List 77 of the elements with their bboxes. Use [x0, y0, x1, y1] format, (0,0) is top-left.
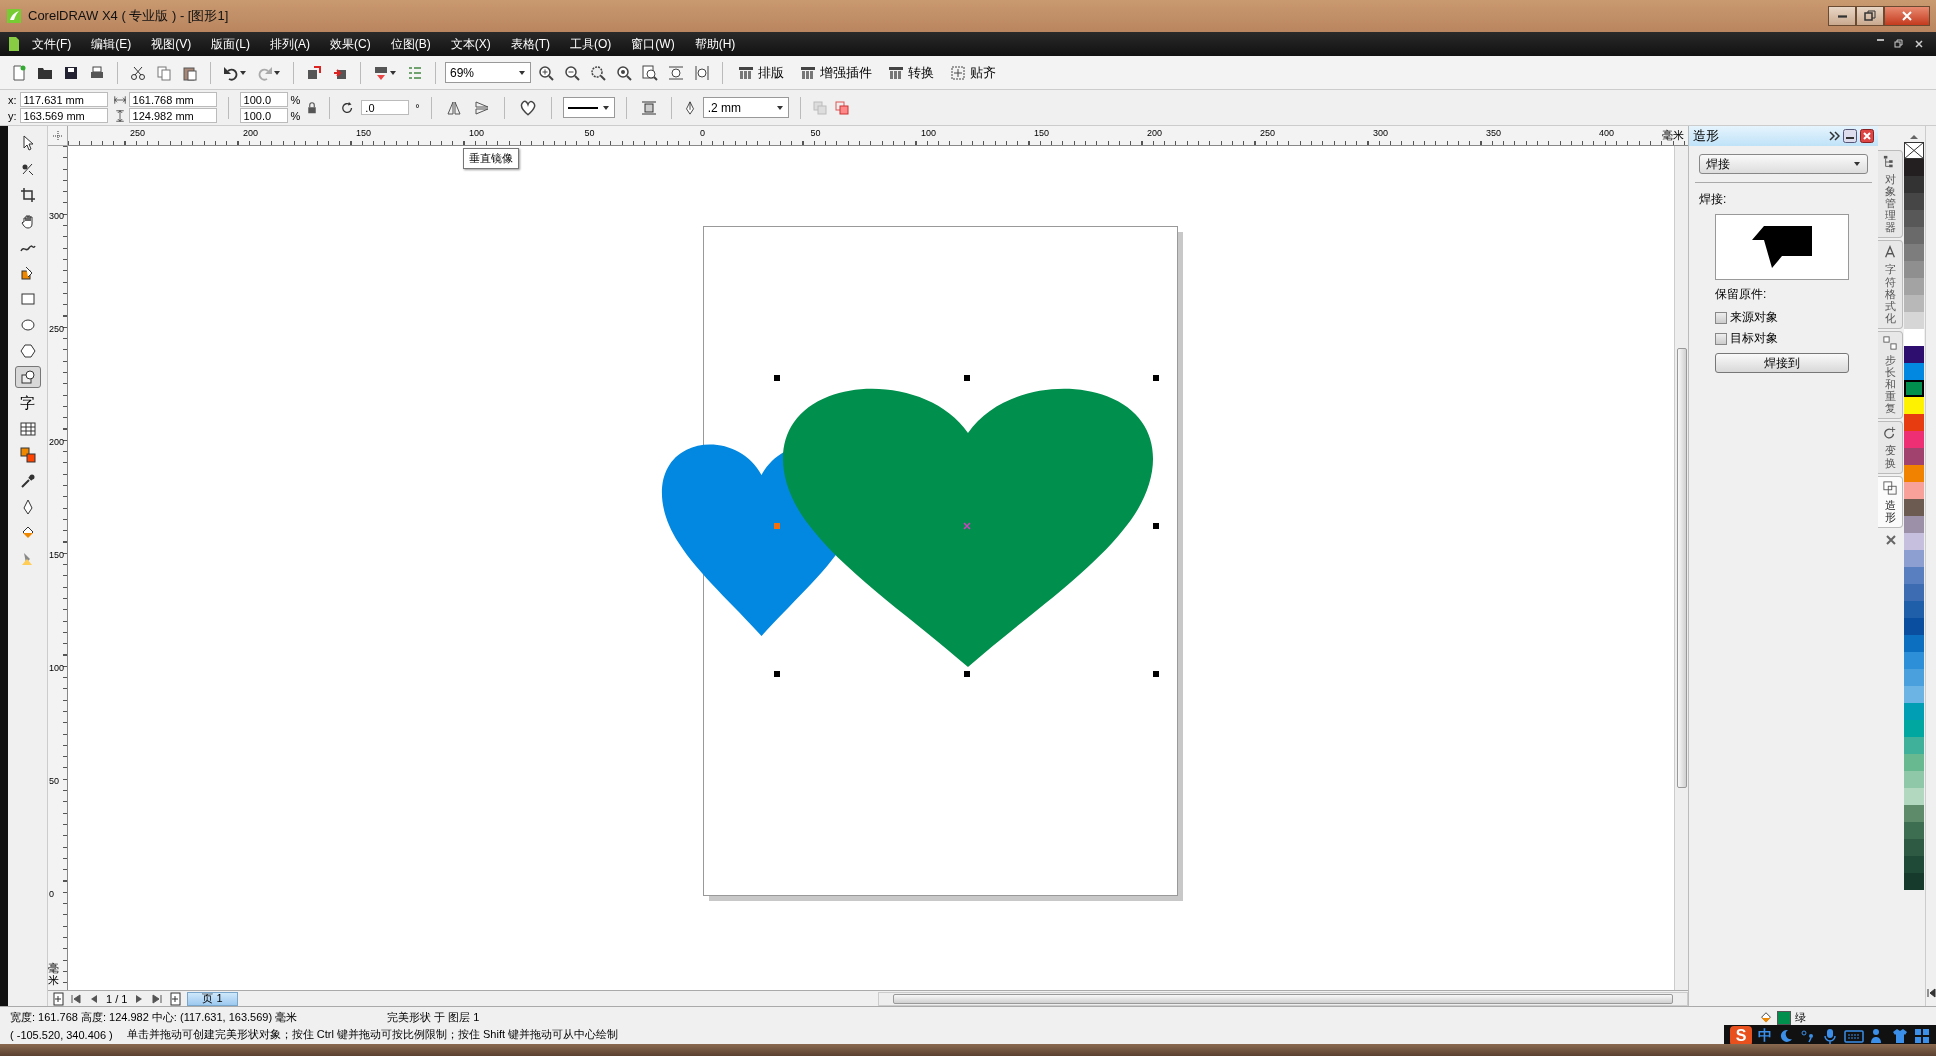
ruler-label: 200: [243, 128, 258, 138]
ruler-label: 50: [49, 776, 59, 786]
ruler-label: 250: [1260, 128, 1275, 138]
page-counter: 1 / 1: [106, 992, 128, 1005]
outline-width-dropdown[interactable]: .2 mm: [702, 97, 789, 118]
ime-mode[interactable]: 中: [1758, 1026, 1772, 1045]
docker-tab[interactable]: 变换: [1878, 421, 1903, 474]
tooltip: 垂直镜像: [463, 148, 519, 169]
mode-dropdown[interactable]: 焊接: [1699, 154, 1868, 174]
menu-item[interactable]: 编辑(E): [81, 35, 142, 53]
menu-item[interactable]: 窗口(W): [621, 35, 685, 53]
ruler-label: 100: [921, 128, 936, 138]
rotation-field[interactable]: .0: [361, 100, 410, 115]
ruler-unit: 毫米: [48, 961, 59, 986]
section-label: 焊接:: [1698, 191, 1728, 208]
menu-item[interactable]: 位图(B): [380, 35, 441, 53]
menu-item[interactable]: 文本(X): [440, 35, 501, 53]
docker-title: 造形: [1693, 127, 1719, 145]
height-field[interactable]: 124.982 mm: [128, 108, 217, 123]
checkbox-label: 来源对象: [1730, 309, 1778, 326]
ruler-label: 300: [49, 211, 65, 221]
ruler-label: 100: [469, 128, 484, 138]
cursor-coordinates: ( -105.520, 340.406 ): [10, 1028, 113, 1041]
ruler-label: 150: [1034, 128, 1049, 138]
window-title: CorelDRAW X4 ( 专业版 ) - [图形1]: [28, 7, 229, 25]
ruler-label: 150: [356, 128, 371, 138]
ruler-label: 100: [49, 663, 65, 673]
menu-item[interactable]: 帮助(H): [684, 35, 746, 53]
scale-field[interactable]: 100.0: [239, 108, 288, 123]
degree-sign: °: [415, 101, 420, 114]
toolbar-button[interactable]: 转换: [882, 61, 940, 84]
ruler-label: 150: [49, 550, 65, 560]
menu-item[interactable]: 视图(V): [141, 35, 202, 53]
text-tool[interactable]: 字: [14, 392, 41, 414]
width-field[interactable]: 161.768 mm: [128, 92, 217, 107]
ruler-label: 250: [49, 324, 65, 334]
scale-field[interactable]: 100.0: [239, 92, 288, 107]
weld-to-button[interactable]: 焊接到: [1715, 353, 1849, 373]
menu-item[interactable]: 工具(O): [560, 35, 622, 53]
menu-item[interactable]: 版面(L): [201, 35, 260, 53]
ruler-label: 0: [700, 128, 705, 138]
ime-logo[interactable]: S: [1730, 1025, 1752, 1046]
ruler-label: 400: [1599, 128, 1614, 138]
toolbar-button[interactable]: 增强插件: [794, 61, 878, 84]
y-position-field[interactable]: 163.569 mm: [19, 108, 108, 123]
docker-tab[interactable]: 对象管理器: [1878, 150, 1903, 239]
toolbar-button[interactable]: 排版: [732, 61, 790, 84]
y-label: y:: [8, 109, 17, 122]
ruler-unit: 毫米: [1662, 128, 1684, 143]
ruler-label: 350: [1486, 128, 1501, 138]
ruler-label: 250: [130, 128, 145, 138]
ruler-label: 200: [49, 437, 65, 447]
object-info: 宽度: 161.768 高度: 124.982 中心: (117.631, 163.569) 毫米: [10, 1010, 298, 1025]
docker-tab[interactable]: 步长和重复: [1878, 330, 1903, 420]
docker-tab[interactable]: 字符格式化: [1878, 240, 1903, 329]
x-position-field[interactable]: 117.631 mm: [19, 92, 108, 107]
menu-item[interactable]: 文件(F): [22, 35, 82, 53]
percent-sign: %: [290, 109, 301, 122]
ruler-label: 200: [1147, 128, 1162, 138]
layer-info: 完美形状 于 图层 1: [387, 1010, 480, 1025]
ruler-label: 50: [810, 128, 821, 138]
menu-item[interactable]: 排列(A): [260, 35, 320, 53]
toolbar-button[interactable]: 贴齐: [944, 61, 1002, 84]
ruler-label: 300: [1373, 128, 1388, 138]
page-tab[interactable]: 页 1: [187, 991, 238, 1006]
ruler-label: 50: [584, 128, 595, 138]
hint-text: 单击并拖动可创建完美形状对象；按住 Ctrl 键并拖动可按比例限制；按住 Shift 键并拖动可从中心绘制: [126, 1027, 619, 1042]
percent-sign: %: [290, 93, 301, 106]
fill-color-name: 绿: [1795, 1010, 1806, 1025]
zoom-dropdown[interactable]: 69%: [445, 62, 531, 83]
section-label: 保留原件:: [1714, 286, 1768, 303]
menu-item[interactable]: 表格(T): [500, 35, 560, 53]
checkbox-label: 目标对象: [1730, 330, 1778, 347]
ruler-label: 0: [49, 889, 54, 899]
menu-item[interactable]: 效果(C): [320, 35, 381, 53]
x-label: x:: [8, 93, 17, 106]
docker-tab[interactable]: 造形: [1878, 475, 1903, 528]
